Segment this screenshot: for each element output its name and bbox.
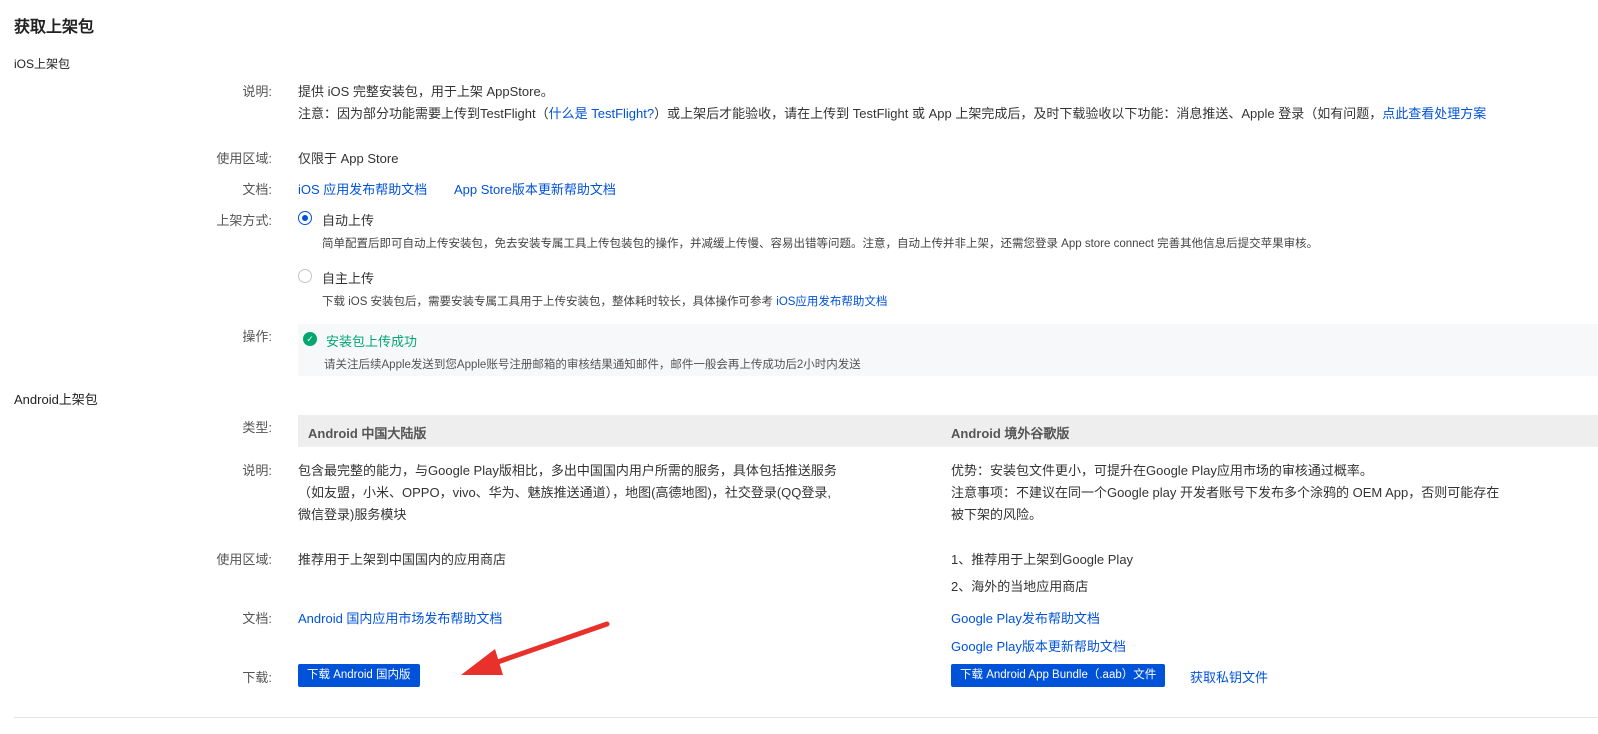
- android-google-region-1: 1、推荐用于上架到Google Play: [951, 552, 1134, 567]
- manual-upload-desc-text: 下载 iOS 安装包后，需要安装专属工具用于上传安装包，整体耗时较长，具体操作可…: [322, 296, 774, 308]
- ios-docs-label: 文档:: [242, 182, 272, 197]
- android-china-header: Android 中国大陆版: [308, 426, 427, 441]
- ios-op-label: 操作:: [242, 329, 272, 344]
- android-china-desc-line: （如友盟，小米、OPPO，vivo、华为、魅族推送通道），地图(高德地图)，社交…: [298, 485, 832, 500]
- ios-desc-label: 说明:: [242, 84, 272, 99]
- android-type-label: 类型:: [242, 420, 272, 435]
- ios-section-title: iOS上架包: [14, 57, 71, 71]
- ios-region-label: 使用区域:: [216, 151, 272, 166]
- ios-publish-doc-link[interactable]: iOS 应用发布帮助文档: [298, 179, 427, 198]
- testflight-link[interactable]: 什么是 TestFlight?: [549, 106, 654, 121]
- auto-upload-label[interactable]: 自动上传: [322, 210, 374, 229]
- android-google-header: Android 境外谷歌版: [951, 426, 1070, 441]
- android-google-desc-line: 注意事项：不建议在同一个Google play 开发者账号下发布多个涂鸦的 OE…: [951, 485, 1500, 500]
- manual-upload-label[interactable]: 自主上传: [322, 268, 374, 287]
- ios-note: 注意：因为部分功能需要上传到TestFlight（什么是 TestFlight?…: [298, 103, 1486, 122]
- android-google-region-2: 2、海外的当地应用商店: [951, 579, 1089, 594]
- google-play-publish-doc-link[interactable]: Google Play发布帮助文档: [951, 608, 1100, 627]
- android-china-desc-line: 包含最完整的能力，与Google Play版相比，多出中国国内用户所需的服务，具…: [298, 463, 837, 478]
- ios-region-value: 仅限于 App Store: [298, 151, 399, 166]
- ios-note-prefix: 注意：因为部分功能需要上传到TestFlight（: [298, 106, 549, 121]
- android-type-header: Android 中国大陆版 Android 境外谷歌版: [298, 415, 1598, 447]
- check-circle-icon: ✓: [303, 332, 317, 346]
- android-china-desc: 包含最完整的能力，与Google Play版相比，多出中国国内用户所需的服务，具…: [298, 460, 837, 526]
- success-desc: 请关注后续Apple发送到您Apple账号注册邮箱的审核结果通知邮件，邮件一般会…: [324, 359, 861, 371]
- android-google-desc: 优势：安装包文件更小，可提升在Google Play应用市场的审核通过概率。 注…: [951, 460, 1499, 526]
- download-android-china-button[interactable]: 下载 Android 国内版: [298, 664, 420, 687]
- manual-upload-desc: 下载 iOS 安装包后，需要安装专属工具用于上传安装包，整体耗时较长，具体操作可…: [322, 293, 887, 309]
- android-desc-label: 说明:: [242, 463, 272, 478]
- android-google-desc-line: 被下架的风险。: [951, 507, 1043, 522]
- ios-note-middle: ）或上架后才能验收，请在上传到 TestFlight 或 App 上架完成后，及…: [654, 106, 1383, 121]
- auto-upload-desc: 简单配置后即可自动上传安装包，免去安装专属工具上传包装包的操作，并减缓上传慢、容…: [322, 238, 1319, 250]
- android-region-label: 使用区域:: [216, 552, 272, 567]
- ios-desc-line1: 提供 iOS 完整安装包，用于上架 AppStore。: [298, 84, 554, 99]
- page-title: 获取上架包: [14, 19, 95, 36]
- android-download-label: 下载:: [242, 670, 272, 685]
- success-title: 安装包上传成功: [326, 334, 418, 349]
- android-china-region: 推荐用于上架到中国国内的应用商店: [298, 552, 507, 567]
- red-arrow-annotation: [461, 621, 610, 675]
- android-section-title: Android上架包: [14, 392, 98, 407]
- solution-link[interactable]: 点此查看处理方案: [1382, 106, 1486, 121]
- android-docs-label: 文档:: [242, 611, 272, 626]
- auto-upload-radio[interactable]: [298, 211, 312, 225]
- android-google-desc-line: 优势：安装包文件更小，可提升在Google Play应用市场的审核通过概率。: [951, 463, 1373, 478]
- upload-success-panel: ✓ 安装包上传成功 请关注后续Apple发送到您Apple账号注册邮箱的审核结果…: [298, 324, 1598, 376]
- bottom-divider: [14, 717, 1598, 718]
- download-aab-button[interactable]: 下载 Android App Bundle（.aab）文件: [951, 664, 1166, 687]
- google-play-update-doc-link[interactable]: Google Play版本更新帮助文档: [951, 636, 1126, 655]
- appstore-update-doc-link[interactable]: App Store版本更新帮助文档: [454, 179, 616, 198]
- android-china-desc-line: 微信登录)服务模块: [298, 507, 407, 522]
- manual-upload-radio[interactable]: [298, 269, 312, 283]
- ios-method-label: 上架方式:: [216, 213, 272, 228]
- ios-publish-doc-link-2[interactable]: iOS应用发布帮助文档: [776, 296, 887, 308]
- get-private-key-link[interactable]: 获取私钥文件: [1190, 667, 1268, 686]
